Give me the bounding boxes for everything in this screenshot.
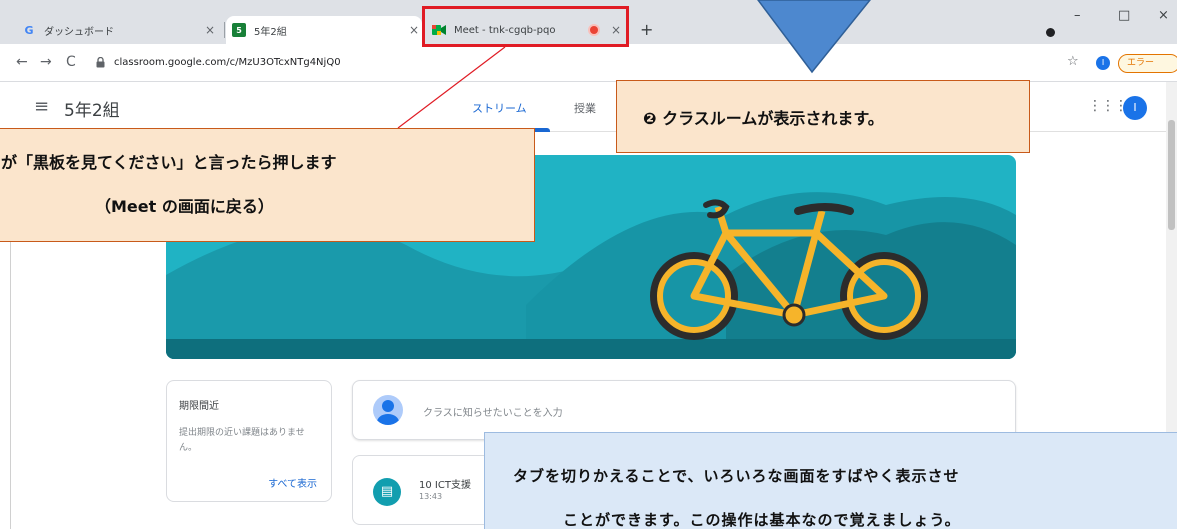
announce-placeholder: クラスに知らせたいことを入力	[423, 408, 563, 419]
callout-text-line1: が「黒板を見てください」と言ったら押します	[1, 153, 337, 172]
view-all-link[interactable]: すべて表示	[268, 475, 317, 490]
apps-grid-icon[interactable]: ⋮⋮⋮	[1088, 98, 1128, 114]
callout-message: クラスルームが表示されます。	[662, 109, 884, 128]
tab-divider	[224, 22, 225, 38]
address-bar-row: ← → C classroom.google.com/c/MzU3OTcxNTg…	[0, 44, 1177, 82]
callout-tab-switch-tip: タブを切りかえることで、いろいろな画面をすばやく表示させ ことができます。この操…	[484, 432, 1177, 529]
profile-avatar[interactable]: I	[1096, 56, 1110, 70]
minimize-icon[interactable]: –	[1074, 8, 1081, 23]
bookmark-star-icon[interactable]: ☆	[1067, 54, 1079, 69]
lock-icon	[96, 56, 106, 68]
assignment-icon: ▤	[373, 478, 401, 506]
account-avatar[interactable]: I	[1123, 96, 1147, 120]
menu-icon[interactable]: ≡	[34, 96, 49, 117]
classroom-icon: 5	[232, 23, 246, 37]
class-title: 5年2組	[64, 101, 120, 121]
tab-title: 5年2組	[254, 26, 287, 38]
google-icon: G	[24, 23, 34, 37]
tab-classroom[interactable]: 5 5年2組 ×	[226, 16, 422, 44]
tab-title: ダッシュボード	[44, 26, 114, 38]
upcoming-text: 提出期限の近い課題はありません。	[179, 428, 305, 453]
reload-icon[interactable]: C	[66, 54, 76, 70]
new-tab-button[interactable]: +	[640, 20, 653, 39]
close-icon[interactable]: ×	[406, 23, 422, 37]
announce-box[interactable]: クラスに知らせたいことを入力	[352, 380, 1016, 440]
error-button[interactable]: エラー	[1118, 54, 1177, 73]
stream-item-time: 13:43	[419, 492, 443, 501]
close-window-icon[interactable]: ×	[1158, 8, 1169, 23]
tab-stream[interactable]: ストリーム	[472, 100, 527, 116]
user-avatar-icon	[373, 395, 403, 425]
step-number-badge: ❷	[643, 109, 657, 128]
tab-dashboard[interactable]: G ダッシュボード ×	[22, 16, 218, 44]
maximize-icon[interactable]: □	[1118, 8, 1130, 23]
callout-text: ❷ クラスルームが表示されます。	[643, 105, 884, 129]
screenshot-root: G ダッシュボード × 5 5年2組 × Meet - tnk-cgqb-pqo…	[0, 0, 1177, 529]
stream-item-title: 10 ICT支援	[419, 480, 471, 491]
upcoming-title: 期限間近	[179, 401, 219, 412]
callout-classroom-shown: ❷ クラスルームが表示されます。	[616, 80, 1030, 153]
callout-text-line2: （Meet の画面に戻る）	[95, 197, 274, 216]
tab-classwork[interactable]: 授業	[574, 100, 596, 116]
scrollbar-thumb[interactable]	[1168, 120, 1175, 230]
close-icon[interactable]: ×	[202, 23, 218, 37]
profile-indicator-icon	[1046, 28, 1055, 37]
callout-return-to-meet: が「黒板を見てください」と言ったら押します （Meet の画面に戻る）	[0, 128, 535, 242]
forward-icon[interactable]: →	[40, 54, 52, 70]
url-input[interactable]: classroom.google.com/c/MzU3OTcxNTg4NjQ0	[96, 50, 1056, 74]
back-icon[interactable]: ←	[16, 54, 28, 70]
tip-text-line2: ことができます。この操作は基本なので覚えましょう。	[563, 511, 961, 529]
meet-tab-highlight	[422, 6, 629, 47]
url-text: classroom.google.com/c/MzU3OTcxNTg4NjQ0	[114, 56, 341, 68]
tip-text-line1: タブを切りかえることで、いろいろな画面をすばやく表示させ	[513, 467, 960, 485]
upcoming-card: 期限間近 提出期限の近い課題はありません。 すべて表示	[166, 380, 332, 502]
